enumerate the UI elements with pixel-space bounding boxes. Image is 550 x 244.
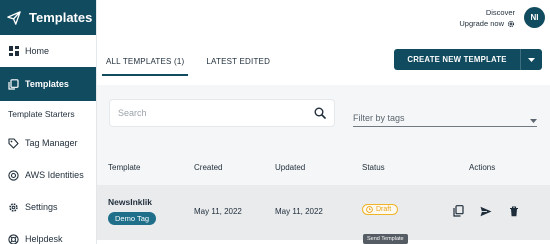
filter-by-tags-select[interactable]: Filter by tags xyxy=(353,107,537,127)
sidebar-item-label: Template Starters xyxy=(8,109,75,119)
sidebar-item-aws-identities[interactable]: AWS Identities xyxy=(0,159,96,191)
sidebar-item-helpdesk[interactable]: Helpdesk xyxy=(0,223,96,244)
create-button-label: CREATE NEW TEMPLATE xyxy=(407,55,507,64)
lifebuoy-icon xyxy=(8,233,19,244)
sidebar-item-label: Helpdesk xyxy=(25,234,63,244)
avatar[interactable]: NI xyxy=(524,7,545,28)
header-actions: Actions xyxy=(469,163,496,172)
delete-button[interactable] xyxy=(507,204,521,218)
create-new-template-button[interactable]: CREATE NEW TEMPLATE xyxy=(394,49,542,70)
caret-down-icon xyxy=(528,57,535,62)
template-tabs: ALL TEMPLATES (1) LATEST EDITED xyxy=(102,50,274,76)
brand-name: Templates xyxy=(29,10,93,25)
templates-table: Template Created Updated Status Actions … xyxy=(97,147,550,240)
sidebar-item-label: AWS Identities xyxy=(25,170,84,180)
tag-icon xyxy=(8,137,19,149)
tag-badge[interactable]: Demo Tag xyxy=(108,212,157,225)
template-name[interactable]: NewsInklik xyxy=(108,197,152,207)
header-created: Created xyxy=(194,163,223,172)
tab-all-templates[interactable]: ALL TEMPLATES (1) xyxy=(102,50,189,76)
tab-latest-edited[interactable]: LATEST EDITED xyxy=(202,50,274,76)
sidebar-item-templates[interactable]: Templates xyxy=(0,67,96,101)
upgrade-link[interactable]: Upgrade now xyxy=(459,19,515,28)
main-content: Discover Upgrade now NI ALL TEMPLATES (1… xyxy=(97,0,550,244)
status-label: Draft xyxy=(376,206,392,213)
created-date: May 11, 2022 xyxy=(194,207,242,216)
send-template-tooltip: Send Template xyxy=(363,234,408,244)
upgrade-label: Upgrade now xyxy=(459,19,504,28)
sidebar-item-label: Templates xyxy=(25,79,69,89)
gear-icon xyxy=(8,202,19,213)
updated-date: May 11, 2022 xyxy=(275,207,323,216)
trash-icon xyxy=(510,205,518,216)
sidebar-item-template-starters[interactable]: Template Starters xyxy=(0,101,96,127)
row-actions xyxy=(451,204,521,218)
paper-plane-logo-icon xyxy=(7,10,21,25)
duplicate-button[interactable] xyxy=(451,204,465,218)
brand-header[interactable]: Templates xyxy=(0,0,96,35)
dashboard-icon xyxy=(8,46,19,57)
sidebar-item-settings[interactable]: Settings xyxy=(0,191,96,223)
filter-placeholder: Filter by tags xyxy=(353,113,405,123)
send-icon xyxy=(480,206,492,216)
create-options-dropdown[interactable] xyxy=(520,49,542,70)
search-icon[interactable] xyxy=(314,107,326,119)
header-updated: Updated xyxy=(275,163,306,172)
copy-icon xyxy=(8,78,19,90)
copy-icon xyxy=(452,205,464,217)
identity-icon xyxy=(8,169,19,181)
sidebar: Templates Home Templates Template Starte… xyxy=(0,0,97,244)
sidebar-item-label: Tag Manager xyxy=(25,138,78,148)
sidebar-item-tag-manager[interactable]: Tag Manager xyxy=(0,127,96,159)
header-template: Template xyxy=(108,163,141,172)
gear-icon xyxy=(507,20,515,27)
header-status: Status xyxy=(362,163,385,172)
discover-link[interactable]: Discover xyxy=(486,8,515,17)
table-header: Template Created Updated Status Actions xyxy=(97,147,550,185)
status-badge: Draft xyxy=(362,204,399,215)
search-box xyxy=(109,99,335,127)
caret-down-icon xyxy=(530,119,537,123)
filter-bar: Filter by tags xyxy=(97,85,550,147)
top-bar: Discover Upgrade now NI xyxy=(97,0,550,35)
sidebar-item-home[interactable]: Home xyxy=(0,35,96,67)
clock-icon xyxy=(366,206,373,213)
sidebar-item-label: Settings xyxy=(25,202,58,212)
sidebar-item-label: Home xyxy=(25,46,50,56)
table-row[interactable]: NewsInklik Demo Tag May 11, 2022 May 11,… xyxy=(97,185,550,240)
search-input[interactable] xyxy=(118,108,314,118)
send-template-button[interactable] xyxy=(479,204,493,218)
